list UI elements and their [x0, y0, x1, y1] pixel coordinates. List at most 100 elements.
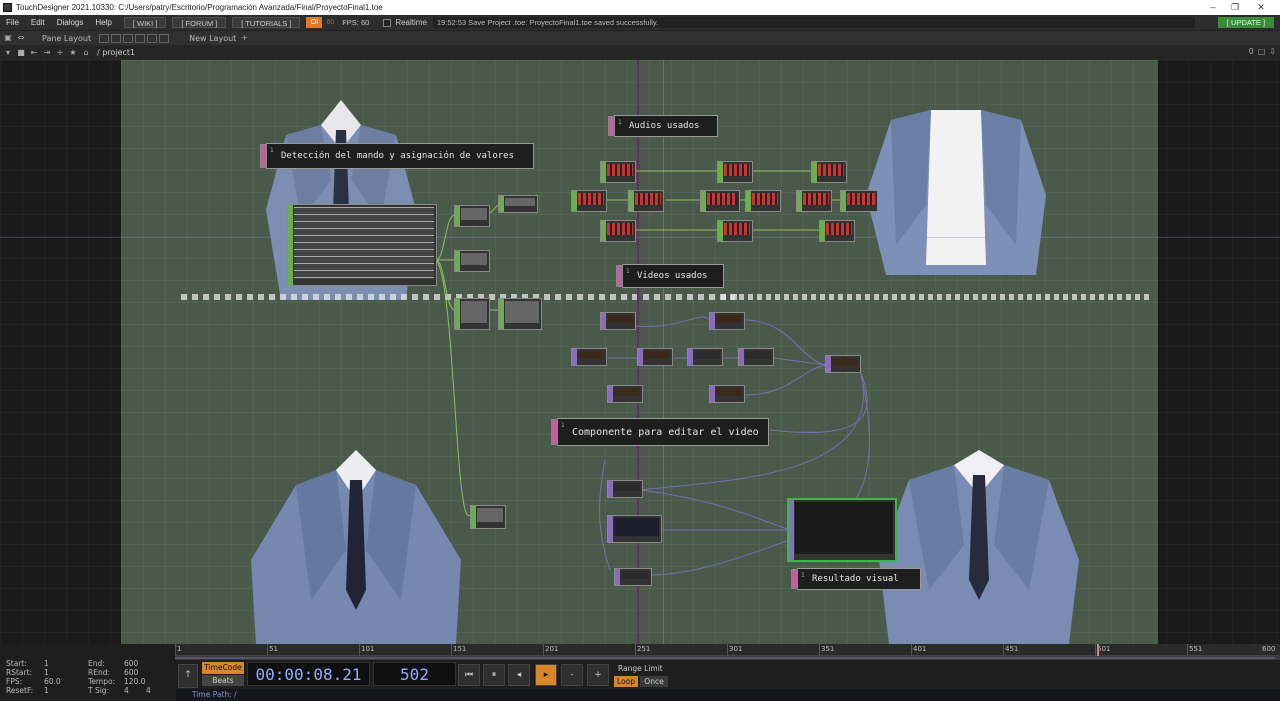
video-node-2[interactable] — [709, 312, 745, 330]
oi-button[interactable]: OI — [306, 17, 323, 28]
rend-value[interactable]: 600 — [124, 668, 138, 677]
fps-value[interactable]: 60.0 — [44, 677, 61, 686]
playhead-marker[interactable] — [1097, 644, 1099, 656]
forum-button[interactable]: [ FORUM ] — [172, 17, 227, 28]
forward-icon[interactable]: ⇥ — [42, 48, 52, 58]
resetf-value[interactable]: 1 — [44, 686, 49, 695]
chevron-down-icon[interactable]: ▾ — [3, 48, 13, 58]
frame-display[interactable]: 502 — [373, 662, 456, 686]
add-layout-button[interactable]: + — [239, 33, 249, 43]
layout-1-icon[interactable] — [99, 33, 110, 43]
split-icon[interactable]: ⇔ — [16, 33, 26, 43]
close-button[interactable]: ✕ — [1250, 0, 1272, 15]
audio-node-6[interactable] — [700, 190, 740, 212]
timeline-expand-icon[interactable]: ↑ — [178, 664, 198, 688]
start-value[interactable]: 1 — [44, 659, 49, 668]
layout-4-icon[interactable] — [135, 33, 146, 43]
switch-top-node[interactable] — [825, 355, 861, 373]
audio-node-11[interactable] — [717, 220, 753, 242]
plus-button[interactable]: + — [587, 664, 609, 686]
restore-button[interactable]: ❐ — [1224, 0, 1246, 15]
timeline-ruler[interactable]: 1 51 101 151 201 251 301 351 401 451 501… — [175, 644, 1280, 656]
rewind-button[interactable]: ⏮ — [458, 664, 480, 686]
once-button[interactable]: Once — [640, 676, 668, 687]
video-node-1[interactable] — [600, 312, 636, 330]
end-value[interactable]: 600 — [124, 659, 138, 668]
component-top-node-3[interactable] — [614, 568, 652, 586]
time-path-field[interactable]: Time Path: / — [176, 689, 1280, 701]
timecode-display[interactable]: 00:00:08.21 — [247, 662, 370, 686]
comment-resultado-visual[interactable]: 1 Resultado visual — [791, 568, 921, 590]
pause-button[interactable]: ⏸ — [483, 664, 505, 686]
minus-button[interactable]: - — [561, 664, 583, 686]
new-layout-label[interactable]: New Layout — [189, 34, 236, 43]
audio-node-2[interactable] — [717, 161, 753, 183]
video-node-6[interactable] — [738, 348, 774, 366]
menu-edit[interactable]: Edit — [25, 18, 51, 27]
audio-node-5[interactable] — [628, 190, 664, 212]
audio-node-7[interactable] — [745, 190, 781, 212]
component-top-node-2[interactable] — [607, 515, 662, 543]
comment-audios-usados[interactable]: 1 Audios usados — [608, 115, 718, 137]
math-chop-node-3[interactable] — [454, 250, 490, 272]
back-icon[interactable]: ⇤ — [29, 48, 39, 58]
comment-deteccion-mando[interactable]: 1 Detección del mando y asignación de val… — [260, 143, 534, 169]
timeline-track[interactable] — [175, 656, 1280, 660]
math-chop-node-6[interactable] — [470, 505, 506, 529]
layout-5-icon[interactable] — [147, 33, 158, 43]
video-node-8[interactable] — [709, 385, 745, 403]
menu-dialogs[interactable]: Dialogs — [51, 18, 90, 27]
video-node-5[interactable] — [687, 348, 723, 366]
math-chop-node-5[interactable] — [498, 298, 542, 330]
math-chop-node-2[interactable] — [498, 195, 538, 213]
timecode-button[interactable]: TimeCode — [202, 662, 244, 674]
realtime-checkbox[interactable] — [383, 18, 392, 27]
menu-help[interactable]: Help — [89, 18, 117, 27]
beats-button[interactable]: Beats — [202, 675, 244, 686]
rstart-label: RStart: — [6, 668, 33, 677]
audio-node-10[interactable] — [600, 220, 636, 242]
audio-node-3[interactable] — [811, 161, 847, 183]
output-top-node[interactable] — [787, 498, 897, 562]
tsig-value-1[interactable]: 4 — [124, 686, 129, 695]
loop-button[interactable]: Loop — [614, 676, 638, 687]
home-icon[interactable]: ⌂ — [81, 48, 91, 58]
layout-3-icon[interactable] — [123, 33, 134, 43]
resetf-label: ResetF: — [6, 686, 34, 695]
pane-icon[interactable]: ▣ — [3, 33, 13, 43]
comment-componente-editar[interactable]: 1 Componente para editar el video — [551, 418, 769, 446]
video-node-4[interactable] — [637, 348, 673, 366]
component-top-node-1[interactable] — [607, 480, 643, 498]
star-icon[interactable]: ★ — [68, 48, 78, 58]
rstart-value[interactable]: 1 — [44, 668, 49, 677]
update-button[interactable]: [ UPDATE ] — [1218, 17, 1274, 28]
stop-icon[interactable]: ■ — [16, 48, 26, 58]
video-node-7[interactable] — [607, 385, 643, 403]
audio-node-4[interactable] — [571, 190, 607, 212]
step-back-button[interactable]: ◂ — [508, 664, 530, 686]
audio-node-9[interactable] — [840, 190, 878, 212]
tutorials-button[interactable]: [ TUTORIALS ] — [232, 17, 301, 28]
network-path[interactable]: / project1 — [97, 48, 135, 57]
play-button[interactable]: ▸ — [535, 664, 557, 686]
tsig-value-2[interactable]: 4 — [146, 686, 151, 695]
audio-node-12[interactable] — [819, 220, 855, 242]
audio-node-1[interactable] — [600, 161, 636, 183]
wiki-button[interactable]: [ WIKI ] — [123, 17, 167, 28]
comment-videos-usados[interactable]: 1 Videos usados — [616, 264, 724, 288]
pin-icon[interactable]: ⇩ — [1269, 47, 1276, 56]
plus-icon[interactable]: + — [55, 48, 65, 58]
ruler-tick: 301 — [729, 645, 743, 653]
audio-node-8[interactable] — [796, 190, 832, 212]
menu-file[interactable]: File — [0, 18, 25, 27]
layout-2-icon[interactable] — [111, 33, 122, 43]
math-chop-node-4[interactable] — [454, 298, 490, 330]
video-node-3[interactable] — [571, 348, 607, 366]
tempo-value[interactable]: 120.0 — [124, 677, 145, 686]
layout-6-icon[interactable] — [159, 33, 170, 43]
math-chop-node-1[interactable] — [454, 205, 490, 227]
joystick-chop-node[interactable] — [287, 204, 437, 286]
minimize-button[interactable]: – — [1202, 0, 1224, 15]
maximize-pane-icon[interactable]: □ — [1258, 47, 1266, 56]
network-editor[interactable]: 1 Audios usados 1 Detección del mando y as… — [0, 60, 1280, 644]
